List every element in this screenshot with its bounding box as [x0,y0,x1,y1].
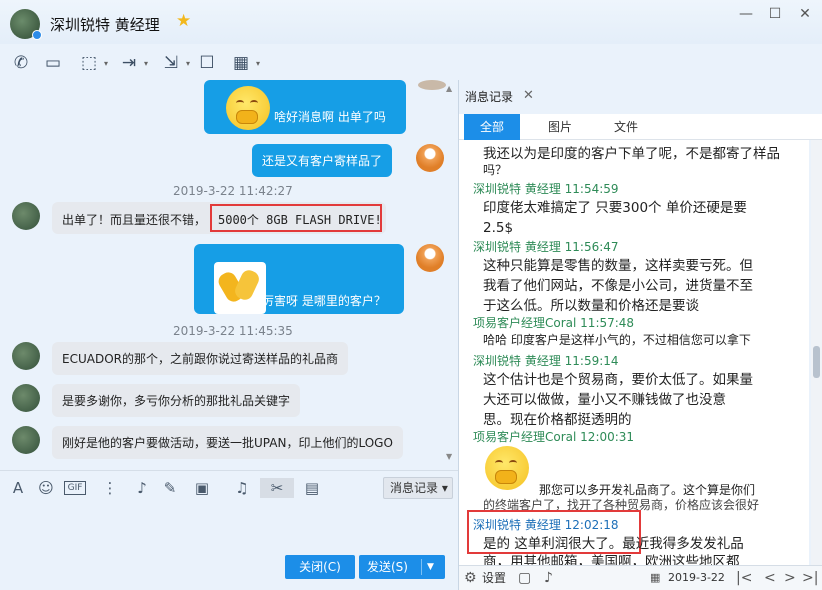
contact-avatar[interactable] [12,202,40,230]
chat-scrollbar[interactable]: ▲ ▼ [444,84,456,464]
emoji-icon[interactable]: ☺ [36,478,56,498]
message-text: 刚好是他的客户要做活动，要送一批UPAN，印上他们的LOGO [62,436,393,450]
history-text: 这种只能算是零售的数量，这样卖要亏死。但 [483,258,753,274]
history-sender: 深圳锐特 黄经理 11:56:47 [473,240,619,254]
settings-label[interactable]: 设置 [482,568,506,588]
history-sender: 深圳锐特 黄经理 12:02:18 [473,518,619,532]
close-button[interactable]: 关闭(C) [285,555,355,579]
history-text: 于这么低。所以数量和价格还是要谈 [483,298,699,314]
history-list[interactable]: 我还以为是印度的客户下单了呢，不是都寄了样品 吗？ 深圳锐特 黄经理 11:54… [459,140,809,565]
message-bubble-received[interactable]: 刚好是他的客户要做活动，要送一批UPAN，印上他们的LOGO [52,426,403,459]
message-text: 是要多谢你，多亏你分析的那批礼品关键字 [62,394,291,408]
history-text: 商，用其他邮箱，美国啊，欧洲这些地区都 [483,554,740,565]
my-avatar[interactable] [416,144,444,172]
filter-images[interactable]: 图片 [532,114,588,140]
history-sender: 深圳锐特 黄经理 11:54:59 [473,182,619,196]
message-bubble-received[interactable]: ECUADOR的那个，之前跟你说过寄送样品的礼品商 [52,342,348,375]
message-bubble-received[interactable]: 出单了！而且量还很不错， 5000个 8GB FLASH DRIVE! [52,202,386,234]
chat-message-area[interactable]: 啥好消息啊 出单了吗 还是又有客户寄样品了 2019-3-22 11:42:27… [0,80,458,466]
phone-icon[interactable]: ✆ [6,52,36,74]
music-icon[interactable]: ♫ [232,478,252,498]
message-timestamp: 2019-3-22 11:42:27 [173,184,293,198]
close-tab-icon[interactable]: ✕ [523,88,534,103]
message-input[interactable] [0,506,458,550]
highlighted-message-text: 5000个 8GB FLASH DRIVE! [210,204,382,232]
send-label: 发送(S) [367,560,408,574]
message-record-button[interactable]: 消息记录 ▾ [383,477,453,499]
history-text: 吗？ [483,163,508,177]
more-tools-icon[interactable]: ▤ [302,478,322,498]
message-bubble-sent[interactable]: 还是又有客户寄样品了 [252,144,393,177]
filter-all[interactable]: 全部 [464,114,520,140]
message-bubble-received[interactable]: 是要多谢你，多亏你分析的那批礼品关键字 [52,384,301,417]
remote-assist-icon[interactable]: ⇲ ▾ [156,52,190,74]
gif-icon[interactable]: GIF [64,481,86,495]
settings-icon[interactable]: ⚙ [464,568,477,588]
history-text: 印度佬太难搞定了 只要300个 单价还硬是要 [483,200,747,216]
doodle-icon[interactable]: ✎ [160,478,180,498]
window-title: 深圳锐特 黄经理 [50,16,160,34]
history-text: 思。现在价格都挺透明的 [483,412,632,428]
comment-icon[interactable]: ☐ [192,52,222,74]
send-options-icon[interactable]: ▼ [427,555,434,579]
contact-avatar[interactable] [12,342,40,370]
history-text: 我看了他们网站，不像是小公司，进货量不至 [483,278,753,294]
yawn-emoji-icon [485,446,529,490]
tab-message-history[interactable]: 消息记录 [465,88,513,105]
history-sender: 深圳锐特 黄经理 11:59:14 [473,354,619,368]
minimize-button[interactable]: — [734,4,758,24]
yawn-emoji-icon [226,86,270,130]
history-text: 我还以为是印度的客户下单了呢，不是都寄了样品 [483,146,780,162]
message-text: 啥好消息啊 出单了吗 [274,110,386,124]
history-text: 大还可以做做，量小又不赚钱做了也没意 [483,392,726,408]
online-status-icon [32,30,42,40]
last-page-button[interactable]: >| [802,568,818,588]
chat-bubble-icon[interactable]: ▢ [518,568,531,588]
apps-icon[interactable]: ▦ ▾ [226,52,260,74]
screenshot-icon[interactable]: ✂ [260,478,294,498]
font-icon[interactable]: A [8,478,28,498]
avatar [418,80,446,90]
contact-avatar[interactable] [12,384,40,412]
image-icon[interactable]: ▣ [192,478,212,498]
history-text: 这个估计也是个贸易商，要价太低了。如果量 [483,372,753,388]
message-text: 厉害呀 是哪里的客户？ [262,294,386,308]
history-date[interactable]: 2019-3-22 [668,568,725,588]
voice-icon[interactable]: ♪ [132,478,152,498]
history-scroll-thumb[interactable] [813,346,820,378]
file-transfer-icon[interactable]: ⇥ ▾ [114,52,148,74]
send-button[interactable]: 发送(S) ▼ [359,555,445,579]
history-sender: 项易客户经理Coral 11:57:48 [473,316,635,330]
filter-files[interactable]: 文件 [598,114,654,140]
message-timestamp: 2019-3-22 11:45:35 [173,324,293,338]
close-window-button[interactable]: ✕ [793,4,817,24]
message-text: ECUADOR的那个，之前跟你说过寄送样品的礼品商 [62,352,338,366]
message-bubble-sent[interactable]: 厉害呀 是哪里的客户？ [194,244,404,314]
next-page-button[interactable]: > [784,568,796,588]
history-text: 2.5$ [483,220,514,236]
clapping-emoji-icon [214,262,266,314]
prev-page-button[interactable]: < [764,568,776,588]
my-avatar[interactable] [416,244,444,272]
history-tab-bar [459,82,822,110]
shake-window-icon[interactable]: ⋮ [100,478,120,498]
video-call-icon[interactable]: ▭ [38,52,68,74]
star-icon[interactable]: ★ [176,11,191,31]
screen-share-icon[interactable]: ⬚ ▾ [74,52,108,74]
message-bubble-sent[interactable]: 啥好消息啊 出单了吗 [204,80,406,134]
contact-avatar[interactable] [12,426,40,454]
first-page-button[interactable]: |< [736,568,752,588]
message-text: 出单了！而且量还很不错， [62,213,207,227]
calendar-icon[interactable]: ▦ [650,568,660,588]
message-text: 还是又有客户寄样品了 [262,154,383,168]
history-text: 是的 这单利润很大了。最近我得多发发礼品 [483,536,744,552]
maximize-button[interactable]: ☐ [763,4,787,24]
history-text: 哈哈 印度客户是这样小气的，不过相信您可以拿下 [483,333,751,347]
history-sender: 项易客户经理Coral 12:00:31 [473,430,635,444]
speaker-icon[interactable]: ♪ [544,568,553,588]
